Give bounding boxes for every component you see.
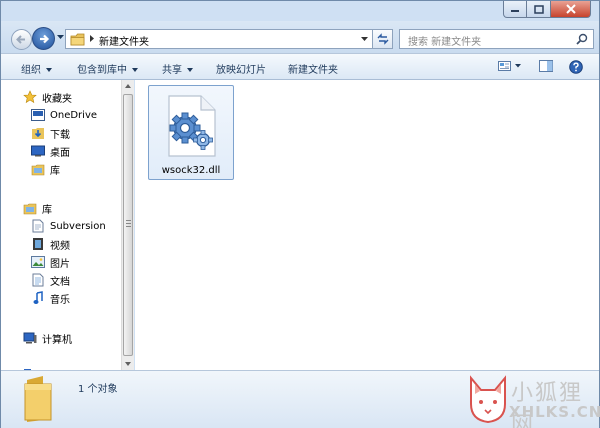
sidebar-item-label: 文档 <box>50 276 70 288</box>
pictures-icon <box>31 255 45 269</box>
grip-icon <box>126 220 131 227</box>
sidebar-item-label: 库 <box>50 165 60 177</box>
sidebar-item-onedrive[interactable]: OneDrive <box>31 106 97 124</box>
sidebar-item-pictures[interactable]: 图片 <box>31 253 70 271</box>
change-view-icon[interactable] <box>498 60 524 73</box>
sidebar-item-label: OneDrive <box>50 109 98 121</box>
back-button[interactable] <box>11 29 32 50</box>
file-item[interactable]: wsock32.dll <box>148 85 234 180</box>
minimize-icon <box>511 10 519 12</box>
include-in-library-label: 包含到库中 <box>77 65 127 76</box>
address-bar[interactable]: 新建文件夹 <box>65 29 373 49</box>
sidebar-item-videos[interactable]: 视频 <box>31 235 70 253</box>
share-menu[interactable]: 共享 <box>162 61 193 76</box>
slideshow-button[interactable]: 放映幻灯片 <box>216 61 266 76</box>
breadcrumb-separator-icon[interactable] <box>90 35 95 42</box>
caption-buttons <box>503 1 591 18</box>
scrollbar-thumb[interactable] <box>123 94 133 356</box>
dll-file-icon <box>168 95 216 157</box>
watermark: 小狐狸网 XHLKS.CN <box>463 371 600 428</box>
close-button[interactable] <box>551 1 591 18</box>
organize-menu[interactable]: 组织 <box>21 61 52 76</box>
search-placeholder: 搜索 新建文件夹 <box>408 37 482 48</box>
sidebar-item-label: 桌面 <box>50 147 70 159</box>
onedrive-icon <box>31 108 45 122</box>
preview-pane-icon[interactable] <box>539 60 554 73</box>
address-dropdown-icon[interactable] <box>361 37 368 42</box>
sidebar-item-favorites[interactable]: 收藏夹 <box>23 88 72 106</box>
search-box[interactable]: 搜索 新建文件夹 <box>399 29 594 49</box>
close-icon <box>565 4 576 14</box>
sidebar-item-subversion[interactable]: Subversion <box>31 217 106 235</box>
subversion-icon <box>31 219 45 233</box>
sidebar-item-desktop[interactable]: 桌面 <box>31 142 70 160</box>
maximize-button[interactable] <box>527 1 551 18</box>
library-icon <box>31 162 45 176</box>
organize-label: 组织 <box>21 65 41 76</box>
sidebar-item-label: Subversion <box>50 220 106 232</box>
forward-button[interactable] <box>32 27 55 50</box>
folder-icon <box>24 376 52 422</box>
minimize-button[interactable] <box>503 1 527 18</box>
forward-arrow-icon <box>39 34 49 43</box>
chevron-down-icon <box>46 68 52 72</box>
navigation-pane: 收藏夹 OneDrive 下载 桌面 库 库 Subversion 视频 图片 … <box>1 80 121 370</box>
item-count: 1 个对象 <box>78 384 118 395</box>
sidebar-item-label: 视频 <box>50 240 70 252</box>
library-icon <box>23 201 37 215</box>
folder-icon <box>70 33 85 46</box>
include-in-library-menu[interactable]: 包含到库中 <box>77 61 138 76</box>
sidebar-item-downloads[interactable]: 下载 <box>31 124 70 142</box>
sidebar-item-label: 收藏夹 <box>42 93 72 105</box>
sidebar-item-label: 下载 <box>50 129 70 141</box>
file-list: wsock32.dll <box>135 80 599 370</box>
desktop-icon <box>31 144 45 158</box>
chevron-down-icon <box>187 68 193 72</box>
sidebar-item-computer[interactable]: 计算机 <box>23 329 72 347</box>
scroll-up-icon[interactable] <box>125 84 131 88</box>
refresh-icon <box>377 33 388 45</box>
watermark-text-en: XHLKS.CN <box>509 403 600 421</box>
music-icon <box>31 291 45 305</box>
sidebar-item-music[interactable]: 音乐 <box>31 289 70 307</box>
sidebar-item-label: 计算机 <box>42 334 72 346</box>
address-path[interactable]: 新建文件夹 <box>99 33 149 48</box>
sidebar-item-library-favorite[interactable]: 库 <box>31 160 60 178</box>
chevron-down-icon <box>132 68 138 72</box>
sidebar-item-label: 音乐 <box>50 294 70 306</box>
documents-icon <box>31 273 45 287</box>
back-arrow-icon <box>16 35 25 44</box>
maximize-icon <box>533 4 544 14</box>
navigation-pane-scrollbar[interactable] <box>121 80 134 370</box>
fox-logo-icon <box>470 375 506 424</box>
star-icon <box>23 90 37 104</box>
scroll-down-icon[interactable] <box>125 362 131 366</box>
computer-icon <box>23 331 37 345</box>
recent-pages-dropdown[interactable] <box>57 35 64 40</box>
help-icon[interactable] <box>569 60 583 74</box>
file-name: wsock32.dll <box>161 165 221 176</box>
search-icon[interactable] <box>576 33 588 45</box>
sidebar-item-libraries[interactable]: 库 <box>23 199 52 217</box>
download-folder-icon <box>31 126 45 140</box>
sidebar-item-documents[interactable]: 文档 <box>31 271 70 289</box>
command-bar: 组织 包含到库中 共享 放映幻灯片 新建文件夹 <box>1 53 599 80</box>
sidebar-item-label: 图片 <box>50 258 70 270</box>
navigation-bar: 新建文件夹 搜索 新建文件夹 <box>1 21 599 53</box>
share-label: 共享 <box>162 65 182 76</box>
new-folder-button[interactable]: 新建文件夹 <box>288 61 338 76</box>
sidebar-item-label: 库 <box>42 204 52 216</box>
explorer-window: 新建文件夹 搜索 新建文件夹 组织 包含到库中 共享 放映幻灯片 新建文件夹 收… <box>0 0 600 428</box>
video-icon <box>31 237 45 251</box>
refresh-button[interactable] <box>373 29 393 49</box>
